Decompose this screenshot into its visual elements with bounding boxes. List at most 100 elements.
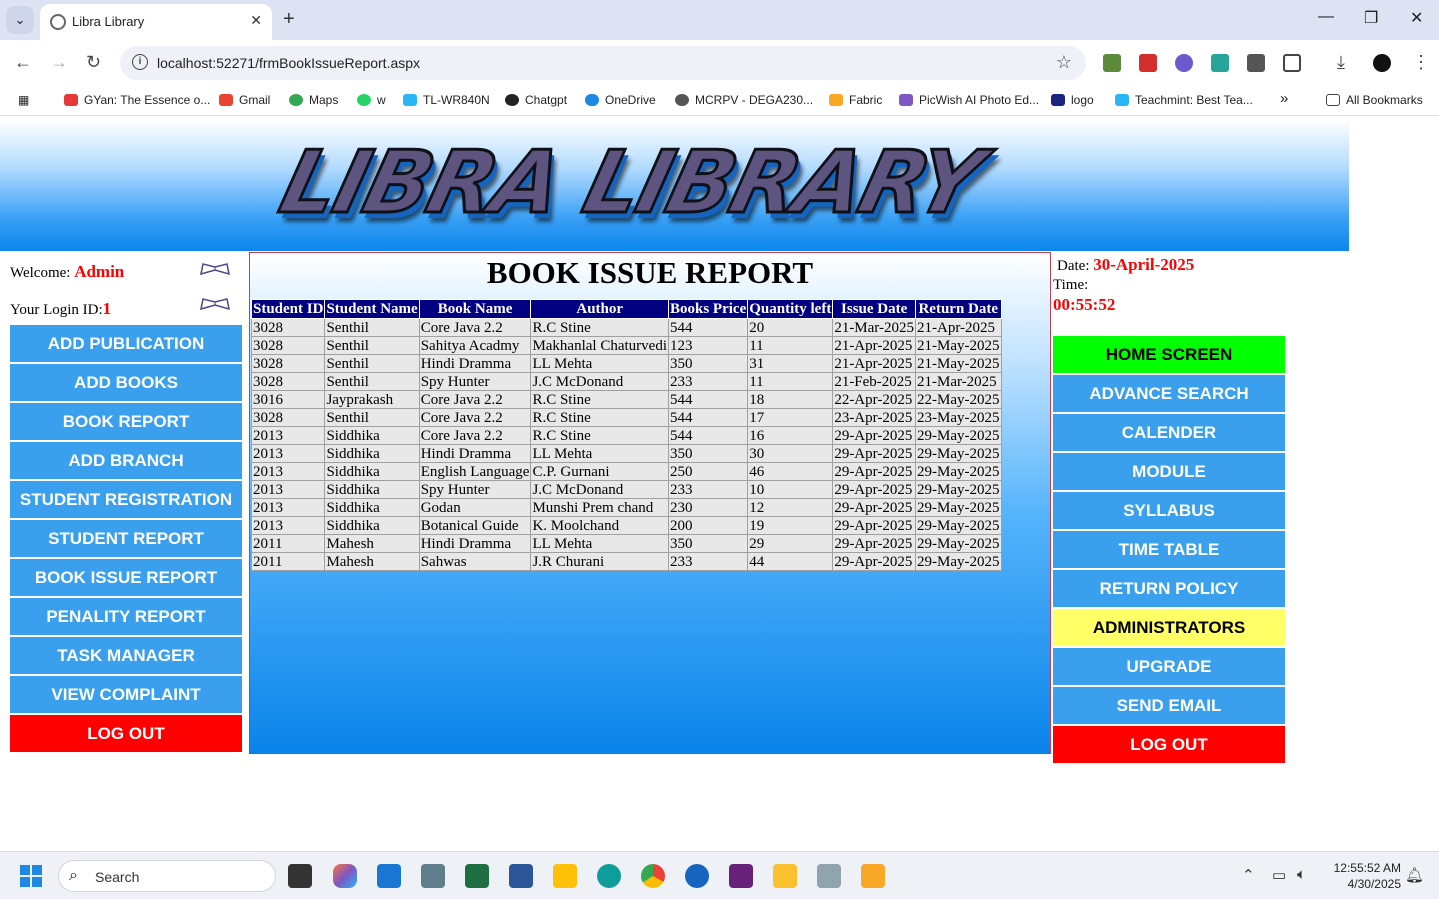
app-icon[interactable] [685, 864, 709, 888]
more-menu-icon[interactable]: ⋮ [1412, 52, 1430, 73]
taskbar-search-box[interactable]: ⌕ Search [58, 860, 276, 892]
tab-strip: ⌄ Libra Library ✕ + — ❐ ✕ [0, 0, 1439, 40]
penality-report-button[interactable]: PENALITY REPORT [10, 598, 242, 635]
view-complaint-button[interactable]: VIEW COMPLAINT [10, 676, 242, 713]
back-icon[interactable]: ← [14, 52, 32, 73]
address-bar[interactable]: i localhost:52271/frmBookIssueReport.asp… [120, 46, 1086, 80]
tab-libra-library[interactable]: Libra Library ✕ [40, 4, 272, 40]
tab-search-button[interactable]: ⌄ [6, 6, 34, 34]
table-cell: Siddhika [324, 516, 420, 535]
download-icon[interactable]: ⤓ [1337, 52, 1345, 73]
bookmark-item[interactable]: Maps [289, 93, 338, 107]
close-tab-icon[interactable]: ✕ [250, 12, 262, 29]
bookmarks-overflow-icon[interactable]: » [1280, 90, 1288, 107]
search-placeholder: Search [95, 869, 140, 885]
pdf-extension-icon[interactable] [1139, 54, 1157, 72]
save-extension-icon[interactable] [1211, 54, 1229, 72]
table-cell: Hindi Dramma [418, 444, 532, 463]
forward-icon[interactable]: → [50, 52, 68, 73]
url-text[interactable]: localhost:52271/frmBookIssueReport.aspx [157, 55, 420, 71]
reload-icon[interactable]: ↻ [86, 52, 101, 73]
table-cell: C.P. Gurnani [530, 462, 669, 481]
administrators-button[interactable]: ADMINISTRATORS [1053, 609, 1285, 646]
visual-studio-icon[interactable] [729, 864, 753, 888]
table-cell: 350 [667, 534, 749, 553]
volume-icon[interactable]: 🔈︎ [1297, 866, 1306, 883]
edge-icon[interactable] [597, 864, 621, 888]
table-cell: 3028 [250, 318, 326, 337]
bookmark-item[interactable]: logo [1051, 93, 1094, 107]
notification-bell-icon[interactable]: 🔔︎ [1405, 866, 1424, 884]
apps-grid-icon[interactable]: ▦ [18, 93, 29, 107]
student-registration-button[interactable]: STUDENT REGISTRATION [10, 481, 242, 518]
network-icon[interactable]: ▭ [1272, 866, 1286, 884]
app-icon[interactable] [817, 864, 841, 888]
globe-icon [675, 94, 689, 106]
table-cell: 29-Apr-2025 [832, 426, 916, 445]
table-cell: 29-May-2025 [915, 444, 1002, 463]
book-report-button[interactable]: BOOK REPORT [10, 403, 242, 440]
bookmark-item[interactable]: OneDrive [585, 93, 656, 107]
new-tab-button[interactable]: + [283, 8, 295, 31]
table-row: 2013 Siddhika Godan Munshi Prem chand 230 12 2… [250, 498, 1002, 517]
book-issue-report-button[interactable]: BOOK ISSUE REPORT [10, 559, 242, 596]
task-view-icon[interactable] [288, 864, 312, 888]
table-cell: 29-Apr-2025 [832, 552, 916, 571]
bookmark-item[interactable]: Teachmint: Best Tea... [1115, 93, 1253, 107]
send-email-button[interactable]: SEND EMAIL [1053, 687, 1285, 724]
add-books-button[interactable]: ADD BOOKS [10, 364, 242, 401]
bookmark-item[interactable]: MCRPV - DEGA230... [675, 93, 813, 107]
word-icon[interactable] [509, 864, 533, 888]
chrome-icon[interactable] [641, 864, 665, 888]
minimize-icon[interactable]: — [1318, 8, 1334, 26]
copilot-icon[interactable] [333, 864, 357, 888]
extension-icon[interactable] [1247, 54, 1265, 72]
advance-search-button[interactable]: ADVANCE SEARCH [1053, 375, 1285, 412]
onedrive-icon [585, 94, 599, 106]
table-cell: 29-Apr-2025 [832, 462, 916, 481]
extensions-puzzle-icon[interactable] [1283, 54, 1301, 72]
bookmark-item[interactable]: TL-WR840N [403, 93, 490, 107]
bookmark-item[interactable]: Chatgpt [505, 93, 567, 107]
maps-pin-icon [289, 94, 303, 106]
logout-button-right[interactable]: LOG OUT [1053, 726, 1285, 763]
close-window-icon[interactable]: ✕ [1410, 8, 1423, 28]
windows-start-icon[interactable] [20, 865, 42, 887]
logout-button-left[interactable]: LOG OUT [10, 715, 242, 752]
table-cell: Makhanlal Chaturvedi [530, 336, 669, 355]
bookmark-item[interactable]: Gmail [219, 93, 270, 107]
extension-icon[interactable] [1103, 54, 1121, 72]
bookmark-star-icon[interactable]: ☆ [1056, 52, 1072, 73]
add-branch-button[interactable]: ADD BRANCH [10, 442, 242, 479]
bookmark-item[interactable]: Fabric [829, 93, 882, 107]
notepad-icon[interactable] [377, 864, 401, 888]
show-hidden-icons-chevron[interactable]: ⌃ [1242, 866, 1255, 884]
calculator-icon[interactable] [421, 864, 445, 888]
app-icon[interactable] [861, 864, 885, 888]
student-report-button[interactable]: STUDENT REPORT [10, 520, 242, 557]
app-icon[interactable] [773, 864, 797, 888]
bookmark-item[interactable]: GYan: The Essence o... [64, 93, 210, 107]
module-button[interactable]: MODULE [1053, 453, 1285, 490]
task-manager-button[interactable]: TASK MANAGER [10, 637, 242, 674]
excel-icon[interactable] [465, 864, 489, 888]
syllabus-button[interactable]: SYLLABUS [1053, 492, 1285, 529]
maximize-icon[interactable]: ❐ [1364, 8, 1378, 28]
file-explorer-icon[interactable] [553, 864, 577, 888]
time-table-button[interactable]: TIME TABLE [1053, 531, 1285, 568]
taskbar-clock[interactable]: 12:55:52 AM 4/30/2025 [1334, 860, 1401, 892]
table-row: 2013 Siddhika Botanical Guide K. Moolchand 2… [250, 516, 1002, 535]
upgrade-button[interactable]: UPGRADE [1053, 648, 1285, 685]
home-screen-button[interactable]: HOME SCREEN [1053, 336, 1285, 373]
extension-icon[interactable] [1175, 54, 1193, 72]
table-cell: 22-Apr-2025 [832, 390, 916, 409]
profile-avatar[interactable] [1373, 54, 1391, 72]
open-book-icon [200, 298, 230, 311]
all-bookmarks-folder[interactable]: All Bookmarks [1326, 93, 1423, 107]
bookmark-item[interactable]: w [357, 93, 386, 107]
calender-button[interactable]: CALENDER [1053, 414, 1285, 451]
bookmark-item[interactable]: PicWish AI Photo Ed... [899, 93, 1039, 107]
site-info-icon[interactable]: i [132, 54, 148, 70]
return-policy-button[interactable]: RETURN POLICY [1053, 570, 1285, 607]
add-publication-button[interactable]: ADD PUBLICATION [10, 325, 242, 362]
